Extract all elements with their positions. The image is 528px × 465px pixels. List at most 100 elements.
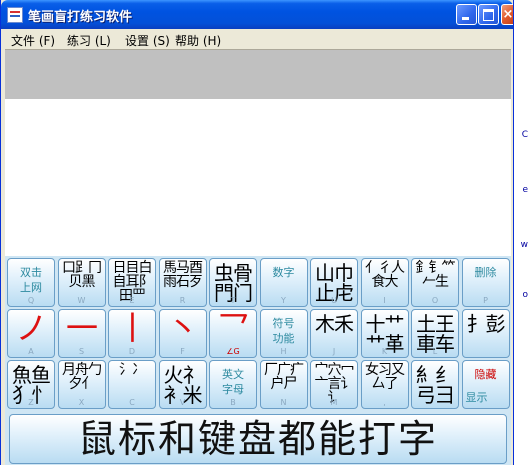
- key-h[interactable]: 符号 功能 H: [259, 309, 308, 358]
- key-glyphs: 糹纟 弓彐: [416, 363, 455, 407]
- minimize-icon: [457, 5, 476, 24]
- key-f[interactable]: 丶F: [158, 309, 207, 358]
- background-fragment: e: [522, 185, 528, 195]
- key-letter: W: [77, 296, 86, 305]
- menu-bar: 文件 (F) 练习 (L) 设置 (S) 帮助 (H): [5, 29, 511, 49]
- key-e[interactable]: 日目白 自耳阝 田罒 E: [108, 258, 156, 307]
- key-o[interactable]: 釒钅⺮ 𠂉生 O: [411, 258, 459, 307]
- key-u[interactable]: 山巾 止虍 U: [310, 258, 358, 307]
- key-glyphs: 扌彭: [466, 312, 506, 336]
- window-title: 笔画盲打练习软件: [28, 10, 133, 25]
- key-s[interactable]: 一S: [57, 309, 106, 358]
- background-fragment: w: [520, 240, 528, 250]
- key-c[interactable]: 氵冫 C: [108, 360, 156, 409]
- background-fragment: C: [521, 130, 528, 140]
- title-bar[interactable]: 笔画盲打练习软件 ×: [1, 0, 513, 29]
- practice-prompt-bar: [5, 49, 511, 100]
- key-letter: U: [331, 296, 337, 305]
- key-m[interactable]: 宀穴冖 亠言讠 讠M: [310, 360, 358, 409]
- key-j[interactable]: 木禾 J: [310, 309, 358, 358]
- key-,[interactable]: 女习又 厶了,: [360, 360, 409, 409]
- key-letter: L: [432, 347, 438, 356]
- key-r[interactable]: 馬马酉 雨石歹 R: [158, 258, 207, 307]
- close-button[interactable]: ×: [501, 4, 513, 25]
- key-v[interactable]: 火礻 衤米 V: [158, 360, 207, 409]
- key-letter: F: [180, 347, 185, 356]
- menu-settings[interactable]: 设置 (S): [125, 32, 170, 49]
- menu-help[interactable]: 帮助 (H): [175, 32, 221, 49]
- key-q[interactable]: 双击 上网 Q: [7, 258, 55, 307]
- key-letter: J: [332, 347, 336, 356]
- key-letter: M: [330, 398, 338, 407]
- key-r1c9[interactable]: 扌彭: [461, 309, 510, 358]
- key-w[interactable]: 口𧾷冂 贝黑 W: [57, 258, 106, 307]
- key-d[interactable]: 丨D: [108, 309, 156, 358]
- key-i[interactable]: 亻彳人 食大 I: [360, 258, 409, 307]
- key-glyphs: 双击 上网: [20, 266, 42, 294]
- key-glyphs: 乛: [217, 309, 249, 347]
- key-x[interactable]: 月舟勹 夕亻 X: [57, 360, 106, 409]
- key-n[interactable]: 厂广疒 户尸 N: [259, 360, 308, 409]
- key-letter: Q: [27, 296, 35, 305]
- key-glyphs: 隐藏: [474, 368, 497, 381]
- key-glyphs: 馬马酉 雨石歹: [163, 260, 203, 290]
- key-glyphs: 口𧾷冂 贝黑: [62, 260, 102, 290]
- key-r2c9[interactable]: 隐藏显示: [461, 360, 510, 409]
- key-glyphs: 数字: [272, 266, 295, 279]
- key-glyphs: 月舟勹 夕亻: [62, 362, 102, 392]
- key-letter: Z: [28, 398, 34, 407]
- key-glyphs: 丨: [116, 309, 148, 347]
- key-letter: E: [129, 296, 135, 305]
- key-a[interactable]: ノA: [7, 309, 55, 358]
- key-letter: H: [280, 347, 287, 356]
- background-desktop-right: C e w o: [514, 0, 528, 465]
- key-secondary-label: 显示: [465, 391, 488, 404]
- key-z[interactable]: 魚鱼 犭忄 Z: [7, 360, 55, 409]
- key-letter: V: [179, 398, 186, 407]
- key-glyphs: 釒钅⺮ 𠂉生: [415, 260, 456, 290]
- key-letter: N: [280, 398, 287, 407]
- key-glyphs: 丶: [166, 309, 199, 347]
- key-g[interactable]: 乛 ∠G: [209, 309, 257, 358]
- key-b[interactable]: 英文 字母 B: [209, 360, 257, 409]
- key-glyphs: 删除: [474, 266, 497, 279]
- key-letter: O: [431, 296, 439, 305]
- key-letter: A: [28, 347, 34, 356]
- key-letter: R: [179, 296, 186, 305]
- key-letter: S: [78, 347, 85, 356]
- key-glyphs: 氵冫: [119, 362, 146, 378]
- key-letter: I: [383, 296, 386, 305]
- key-letter: P: [483, 296, 488, 305]
- key-letter: ,: [383, 398, 386, 407]
- key-glyphs: 女习又 厶了: [365, 362, 405, 392]
- key-glyphs: 厂广疒 户尸: [264, 362, 304, 392]
- key-y[interactable]: 数字 Y: [259, 258, 308, 307]
- maximize-button[interactable]: [478, 4, 499, 25]
- key-glyphs: 英文 字母: [222, 368, 244, 396]
- key-p[interactable]: 删除 P: [461, 258, 510, 307]
- key-letter: T: [230, 296, 236, 305]
- background-fragment: o: [522, 290, 528, 300]
- key-r2c8[interactable]: 糹纟 弓彐: [411, 360, 459, 409]
- key-letter: D: [128, 347, 136, 356]
- key-k[interactable]: 十艹 艹革 K: [360, 309, 409, 358]
- slogan-banner: 鼠标和键盘都能打字: [9, 414, 507, 464]
- maximize-icon: [479, 5, 498, 24]
- key-t[interactable]: 虫骨 門门 T: [209, 258, 257, 307]
- key-l[interactable]: 土王 車车 L: [411, 309, 459, 358]
- app-window: 笔画盲打练习软件 × 文件 (F) 练习 (L) 设置 (S) 帮助 (H) 隐…: [0, 0, 514, 465]
- stroke-keyboard: 隐藏 显示 糹纟 弓彐 女习又 厶了, 宀穴冖 亠言讠 讠 M 厂广疒 户尸 N 英文 字母 B 火…: [5, 256, 511, 465]
- key-letter: Y: [281, 296, 286, 305]
- key-glyphs: 一: [65, 309, 98, 347]
- menu-file[interactable]: 文件 (F): [11, 32, 55, 49]
- key-glyphs: 亻彳人 食大: [365, 260, 405, 290]
- key-letter: ∠G: [226, 347, 240, 356]
- key-glyphs: ノ: [15, 309, 47, 347]
- key-glyphs: 木禾: [315, 312, 354, 336]
- key-letter: X: [78, 398, 85, 407]
- app-icon: [7, 7, 23, 23]
- key-letter: B: [230, 398, 236, 407]
- minimize-button[interactable]: [456, 4, 477, 25]
- menu-practice[interactable]: 练习 (L): [67, 32, 111, 49]
- typing-area[interactable]: [5, 99, 511, 256]
